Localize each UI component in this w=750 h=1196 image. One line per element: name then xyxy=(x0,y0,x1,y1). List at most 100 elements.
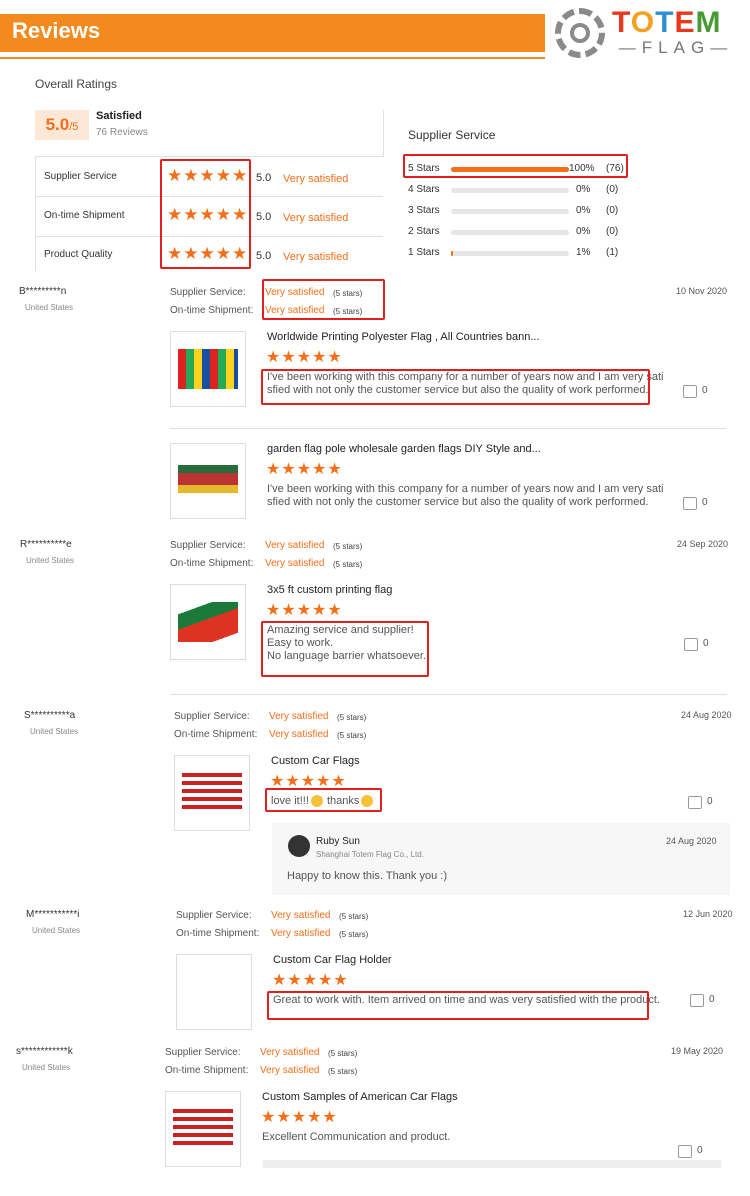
distribution-bar-track xyxy=(451,188,569,193)
star-level-count: (0) xyxy=(606,226,619,237)
ontime-shipment-label: On-time Shipment: xyxy=(165,1065,249,1076)
thumbs-up-icon[interactable] xyxy=(690,994,704,1007)
totem-logo-inner-icon xyxy=(570,23,590,43)
header-underline xyxy=(0,57,545,59)
star-level-count: (0) xyxy=(606,184,619,195)
reviewer-name: S**********a xyxy=(24,710,76,721)
five-stars-label: (5 stars) xyxy=(339,930,369,939)
star-rating-icon: ★★★★★ xyxy=(266,349,343,366)
review-text: sfied with not only the customer service… xyxy=(267,496,649,508)
review-date: 24 Aug 2020 xyxy=(681,710,732,720)
five-stars-label: (5 stars) xyxy=(333,542,363,551)
star-rating-icon: ★★★★★ xyxy=(266,602,343,619)
five-stars-label: (5 stars) xyxy=(328,1067,358,1076)
category-text: Very satisfied xyxy=(283,173,349,185)
highlight-box xyxy=(265,788,382,812)
reviews-title: Reviews xyxy=(12,18,101,43)
category-text: Very satisfied xyxy=(283,251,349,263)
ontime-shipment-rating: Very satisfied xyxy=(260,1065,320,1076)
divider xyxy=(170,428,726,429)
distribution-bar-fill xyxy=(451,167,569,172)
reviewer-country: United States xyxy=(32,926,81,935)
thumbs-up-icon[interactable] xyxy=(683,385,697,398)
overall-ratings-label: Overall Ratings xyxy=(35,77,118,91)
thumbs-up-icon[interactable] xyxy=(688,796,702,809)
thumbs-up-icon[interactable] xyxy=(684,638,698,651)
product-title[interactable]: 3x5 ft custom printing flag xyxy=(267,584,392,596)
review-text: I've been working with this company for … xyxy=(267,483,664,495)
star-rating-icon: ★★★★★ xyxy=(167,205,249,224)
thumbs-up-icon[interactable] xyxy=(683,497,697,510)
product-image xyxy=(184,972,244,1012)
five-stars-label: (5 stars) xyxy=(337,731,367,740)
product-title[interactable]: garden flag pole wholesale garden flags … xyxy=(267,443,541,455)
reply-text: Happy to know this. Thank you :) xyxy=(287,870,447,882)
star-level-percent: 0% xyxy=(576,184,591,195)
ontime-shipment-rating: Very satisfied xyxy=(269,729,329,740)
supplier-service-label: Supplier Service: xyxy=(174,711,250,722)
star-rating-icon: ★★★★★ xyxy=(261,1109,338,1126)
star-level-label: 2 Stars xyxy=(408,226,440,237)
distribution-bar-fill xyxy=(451,251,453,256)
star-rating-icon: ★★★★★ xyxy=(266,461,343,478)
five-stars-label: (5 stars) xyxy=(337,713,367,722)
product-title[interactable]: Custom Car Flags xyxy=(271,755,360,767)
distribution-bar-track xyxy=(451,230,569,235)
product-image xyxy=(178,461,238,501)
supplier-service-title: Supplier Service xyxy=(408,128,496,142)
star-rating-icon: ★★★★★ xyxy=(167,244,249,263)
category-text: Very satisfied xyxy=(283,212,349,224)
reviewer-country: United States xyxy=(30,727,79,736)
product-title[interactable]: Custom Samples of American Car Flags xyxy=(262,1091,458,1103)
reviewer-name: M***********i xyxy=(26,909,80,920)
supplier-service-label: Supplier Service: xyxy=(165,1047,241,1058)
supplier-service-rating: Very satisfied xyxy=(265,540,325,551)
star-level-percent: 0% xyxy=(576,226,591,237)
next-reply-preview xyxy=(263,1160,721,1168)
reviewer-name: s************k xyxy=(16,1046,73,1057)
supplier-service-rating: Very satisfied xyxy=(271,910,331,921)
star-level-label: 4 Stars xyxy=(408,184,440,195)
product-title[interactable]: Worldwide Printing Polyester Flag , All … xyxy=(267,331,539,343)
star-level-count: (1) xyxy=(606,247,619,258)
ontime-shipment-label: On-time Shipment: xyxy=(176,928,260,939)
category-value: 5.0 xyxy=(256,172,272,184)
like-count: 0 xyxy=(703,638,709,649)
ontime-shipment-label: On-time Shipment: xyxy=(170,558,254,569)
ontime-shipment-rating: Very satisfied xyxy=(271,928,331,939)
five-stars-label: (5 stars) xyxy=(333,560,363,569)
like-count: 0 xyxy=(702,497,708,508)
like-count: 0 xyxy=(697,1145,703,1156)
like-count: 0 xyxy=(709,994,715,1005)
reviewer-country: United States xyxy=(22,1063,71,1072)
ontime-shipment-label: On-time Shipment: xyxy=(174,729,258,740)
supplier-service-rating: Very satisfied xyxy=(269,711,329,722)
review-text: Excellent Communication and product. xyxy=(262,1131,451,1143)
star-level-count: (76) xyxy=(606,163,624,174)
star-level-label: 3 Stars xyxy=(408,205,440,216)
highlight-box xyxy=(267,991,649,1020)
product-image xyxy=(178,602,238,642)
star-level-count: (0) xyxy=(606,205,619,216)
five-stars-label: (5 stars) xyxy=(328,1049,358,1058)
five-stars-label: (5 stars) xyxy=(339,912,369,921)
seller-company: Shanghai Totem Flag Co., Ltd. xyxy=(316,850,424,859)
thumbs-up-icon[interactable] xyxy=(678,1145,692,1158)
star-level-percent: 0% xyxy=(576,205,591,216)
category-label: On-time Shipment xyxy=(44,210,125,221)
star-level-percent: 1% xyxy=(576,247,591,258)
review-count: 76 Reviews xyxy=(96,127,148,138)
ontime-shipment-label: On-time Shipment: xyxy=(170,305,254,316)
like-count: 0 xyxy=(702,385,708,396)
distribution-bar-track xyxy=(451,209,569,214)
seller-avatar xyxy=(288,835,310,857)
review-date: 10 Nov 2020 xyxy=(676,286,728,296)
review-date: 24 Sep 2020 xyxy=(677,539,729,549)
star-rating-icon: ★★★★★ xyxy=(272,972,349,989)
star-rating-icon: ★★★★★ xyxy=(167,166,249,185)
seller-name: Ruby Sun xyxy=(316,836,360,847)
supplier-service-label: Supplier Service: xyxy=(170,287,246,298)
product-title[interactable]: Custom Car Flag Holder xyxy=(273,954,392,966)
review-date: 19 May 2020 xyxy=(671,1046,724,1056)
product-image xyxy=(182,773,242,813)
